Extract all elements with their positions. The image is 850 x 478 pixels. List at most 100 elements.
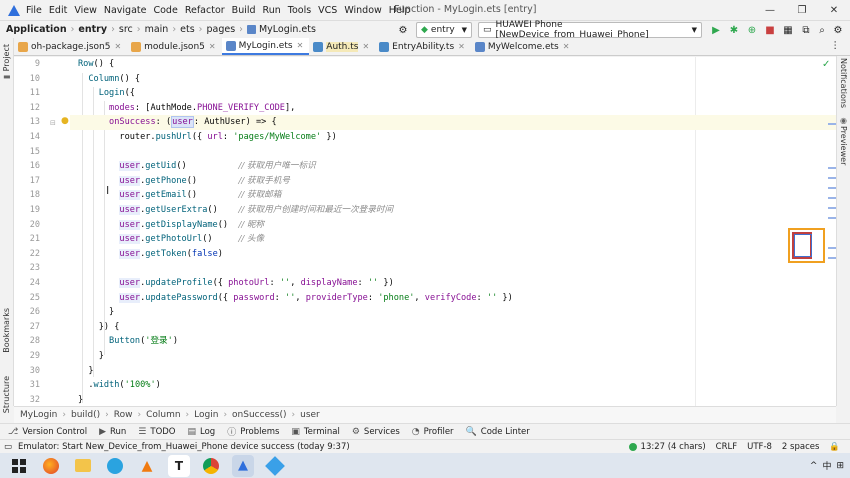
browser-icon[interactable] <box>40 455 62 477</box>
version-control-button[interactable]: ⎇ Version Control <box>8 427 87 437</box>
fold-icon[interactable]: ⊟ <box>50 119 56 127</box>
close-icon[interactable]: ✕ <box>362 42 369 51</box>
tab-oh-package[interactable]: oh-package.json5 ✕ <box>14 38 127 55</box>
gear-icon[interactable]: ⚙ <box>831 23 845 37</box>
media-player-icon[interactable]: ▲ <box>136 455 158 477</box>
menu-window[interactable]: Window <box>344 5 381 16</box>
menu-file[interactable]: File <box>26 5 42 16</box>
status-message[interactable]: Emulator: Start New_Device_from_Huawei_P… <box>18 442 350 452</box>
crumb-pages[interactable]: pages <box>206 24 235 35</box>
left-tool-strip: Project ▬ Bookmarks Structure <box>0 38 14 413</box>
todo-button[interactable]: ☰ TODO <box>138 427 175 437</box>
tray-expand-icon[interactable]: ^ <box>810 461 818 471</box>
lock-icon[interactable]: 🔒 <box>829 442 840 452</box>
log-button[interactable]: ▤ Log <box>188 427 216 437</box>
bookmarks-tool-button[interactable]: Bookmarks <box>2 308 11 353</box>
line-separator[interactable]: CRLF <box>716 442 737 452</box>
crumb-application[interactable]: Application <box>6 24 67 35</box>
run-tool-button[interactable]: ▶ Run <box>99 427 126 437</box>
crumb-user[interactable]: user <box>300 410 320 420</box>
scrollbar-marker[interactable] <box>828 217 836 219</box>
attach-icon[interactable]: ⊕ <box>745 23 759 37</box>
scrollbar-marker[interactable] <box>828 123 836 125</box>
menu-view[interactable]: View <box>74 5 97 16</box>
close-icon[interactable]: ✕ <box>209 42 216 51</box>
stop-icon[interactable]: ■ <box>763 23 777 37</box>
crumb-mylogin[interactable]: MyLogin <box>20 410 57 420</box>
crumb-onsuccess[interactable]: onSuccess() <box>232 410 286 420</box>
text-editor-icon[interactable]: T <box>168 454 190 477</box>
caret-position[interactable]: 13:27 (4 chars) <box>641 442 706 452</box>
crumb-entry[interactable]: entry <box>78 24 107 35</box>
chrome-icon[interactable] <box>200 455 222 477</box>
menu-run[interactable]: Run <box>263 5 281 16</box>
tab-label: MyWelcome.ets <box>487 41 559 52</box>
tab-mylogin[interactable]: MyLogin.ets ✕ <box>221 38 310 55</box>
grid-icon[interactable]: ⊞ <box>836 461 844 471</box>
device-manager-icon[interactable]: ▦ <box>781 23 795 37</box>
crumb-build[interactable]: build() <box>71 410 100 420</box>
file-encoding[interactable]: UTF-8 <box>747 442 772 452</box>
profiler-button[interactable]: ◔ Profiler <box>412 427 454 437</box>
code-linter-button[interactable]: 🔍 Code Linter <box>466 427 530 437</box>
lightbulb-icon[interactable]: ● <box>61 116 69 126</box>
device-select[interactable]: ▭ HUAWEI Phone [NewDevice_from_Huawei_Ph… <box>478 20 702 40</box>
problems-button[interactable]: ⓘ Problems <box>227 425 279 439</box>
tab-auth[interactable]: Auth.ts ✕ <box>309 38 375 55</box>
close-icon[interactable]: ✕ <box>114 42 121 51</box>
maximize-button[interactable]: ❐ <box>786 0 818 20</box>
menu-edit[interactable]: Edit <box>49 5 67 16</box>
chat-app-icon[interactable] <box>104 455 126 477</box>
close-icon[interactable]: ✕ <box>297 41 304 50</box>
menu-code[interactable]: Code <box>153 5 177 16</box>
debug-icon[interactable]: ✱ <box>727 23 741 37</box>
indent-setting[interactable]: 2 spaces <box>782 442 819 452</box>
code-line: }) { <box>78 321 120 332</box>
run-icon[interactable]: ▶ <box>709 23 723 37</box>
sdk-icon[interactable]: ⧉ <box>799 23 813 37</box>
scrollbar-marker[interactable] <box>828 197 836 199</box>
ime-indicator[interactable]: 中 <box>822 459 831 472</box>
notifications-tool-button[interactable]: Notifications <box>839 58 848 108</box>
structure-tool-button[interactable]: Structure <box>2 376 11 413</box>
services-button[interactable]: ⚙ Services <box>352 427 400 437</box>
windows-start-icon[interactable] <box>8 455 30 477</box>
tab-mywelcome[interactable]: MyWelcome.ets ✕ <box>471 38 576 55</box>
scrollbar-marker[interactable] <box>828 247 836 249</box>
crumb-login[interactable]: Login <box>194 410 218 420</box>
crumb-ets[interactable]: ets <box>180 24 195 35</box>
scrollbar-marker[interactable] <box>828 207 836 209</box>
scrollbar-marker[interactable] <box>828 187 836 189</box>
tab-entryability[interactable]: EntryAbility.ts ✕ <box>375 38 471 55</box>
terminal-button[interactable]: ▣ Terminal <box>291 427 339 437</box>
module-select[interactable]: ◆ entry ▼ <box>416 22 472 38</box>
minimize-button[interactable]: — <box>754 0 786 20</box>
crumb-column[interactable]: Column <box>146 410 180 420</box>
hammer-icon[interactable]: ⚙ <box>396 23 410 37</box>
crumb-src[interactable]: src <box>119 24 133 35</box>
project-tool-button[interactable]: Project <box>2 44 11 71</box>
crumb-file[interactable]: MyLogin.ets <box>259 24 316 35</box>
menu-build[interactable]: Build <box>232 5 256 16</box>
deveco-taskbar-icon[interactable]: ▲ <box>232 454 254 477</box>
crumb-row[interactable]: Row <box>114 410 133 420</box>
menu-refactor[interactable]: Refactor <box>185 5 225 16</box>
menu-navigate[interactable]: Navigate <box>104 5 147 16</box>
close-window-button[interactable]: ✕ <box>818 0 850 20</box>
crumb-main[interactable]: main <box>145 24 169 35</box>
menu-vcs[interactable]: VCS <box>318 5 337 16</box>
menu-tools[interactable]: Tools <box>288 5 311 16</box>
close-icon[interactable]: ✕ <box>458 42 465 51</box>
previewer-tool-button[interactable]: Previewer <box>839 126 848 165</box>
close-icon[interactable]: ✕ <box>563 42 570 51</box>
preview-thumbnail[interactable] <box>788 228 825 263</box>
file-explorer-icon[interactable] <box>72 455 94 477</box>
emulator-taskbar-icon[interactable] <box>264 455 286 477</box>
search-icon[interactable]: ⌕ <box>815 23 829 37</box>
tab-module-json[interactable]: module.json5 ✕ <box>127 38 221 55</box>
more-tabs-icon[interactable]: ⋮ <box>831 40 841 51</box>
scrollbar-marker[interactable] <box>828 257 836 259</box>
scrollbar-marker[interactable] <box>828 167 836 169</box>
scrollbar-marker[interactable] <box>828 177 836 179</box>
code-editor[interactable]: Row() { Column() { Login({ modes: [AuthM… <box>70 57 836 406</box>
